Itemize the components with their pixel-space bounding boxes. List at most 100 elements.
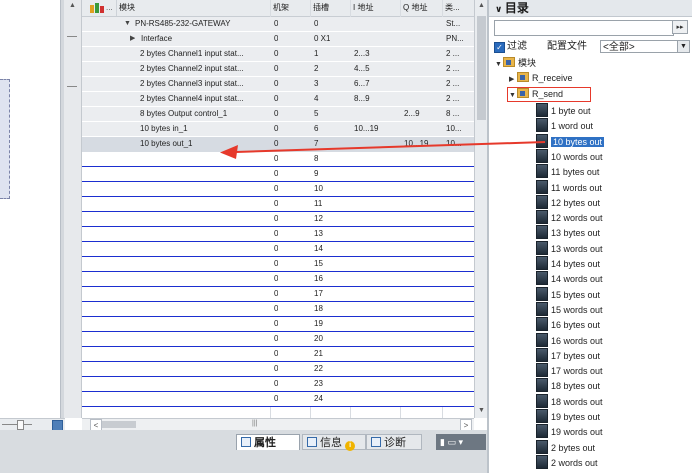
table-row-empty-slot[interactable]: 0 12 [82, 212, 474, 227]
table-row-empty-slot[interactable]: 0 11 [82, 197, 474, 212]
info-list-icon [307, 437, 317, 447]
table-row-empty-slot[interactable]: 0 17 [82, 287, 474, 302]
panel-controls[interactable]: ▮ ▭ ▾ [436, 434, 486, 450]
chevron-down-icon[interactable]: ∨ [495, 4, 505, 14]
profile-select[interactable]: <全部> ▼ [600, 40, 690, 53]
table-row-empty-slot[interactable]: 0 18 [82, 302, 474, 317]
q-address-cell [404, 122, 440, 136]
zoom-slider-handle[interactable] [17, 420, 24, 430]
i-address-cell: 6...7 [354, 79, 370, 88]
catalog-item[interactable]: 14 words out [536, 271, 603, 286]
module-icon [536, 179, 548, 194]
catalog-item[interactable]: 17 words out [536, 363, 603, 378]
column-header-q-address[interactable]: Q 地址 [400, 0, 442, 16]
folder-icon [503, 57, 515, 67]
table-row-empty-slot[interactable]: 0 21 [82, 347, 474, 362]
table-row[interactable]: 2 bytes Channel4 input stat... 0 4 8...9 2 .… [82, 92, 474, 107]
table-row-empty-slot[interactable]: 08 [82, 152, 474, 167]
scroll-up-icon[interactable]: ▲ [64, 0, 81, 12]
tab-diagnostics[interactable]: 诊断 [366, 434, 422, 450]
expand-arrow-icon[interactable]: ▶ [130, 32, 135, 46]
module-name-cell: 2 bytes Channel4 input stat... [140, 94, 244, 103]
table-row-empty-slot[interactable]: 0 16 [82, 272, 474, 287]
q-address-cell: 10...19 [404, 139, 429, 148]
table-row-empty-slot[interactable]: 0 14 [82, 242, 474, 257]
q-address-cell: 2...9 [404, 109, 420, 118]
catalog-header[interactable]: ∨ 目录 [489, 0, 692, 17]
table-row-empty-slot[interactable]: 0 24 [82, 392, 474, 407]
canvas-vertical-scrollbar[interactable]: ▲ [64, 0, 82, 418]
table-row-empty-slot[interactable]: 0 10 [82, 182, 474, 197]
catalog-item[interactable]: 17 bytes out [536, 347, 600, 363]
tab-properties[interactable]: 属性 [236, 434, 300, 450]
table-row[interactable]: 10 bytes in_1 0 6 10...19 10... [82, 122, 474, 137]
table-row[interactable]: 2 bytes Channel3 input stat... 0 3 6...7 2 .… [82, 77, 474, 92]
expand-arrow-icon[interactable]: ▶ [509, 73, 517, 87]
folder-icon [517, 72, 529, 82]
catalog-item[interactable]: 19 words out [536, 424, 603, 439]
rack-cell: 0 [274, 334, 279, 343]
column-header-slot[interactable]: 插槽 [310, 0, 350, 16]
table-row-interface[interactable]: ▶ Interface 0 0 X1 PN... [82, 32, 474, 47]
catalog-item[interactable]: 10 bytes out [536, 133, 606, 149]
catalog-item[interactable]: 15 words out [536, 301, 603, 317]
module-name-cell: 2 bytes Channel3 input stat... [140, 79, 244, 88]
tab-label: 诊断 [384, 437, 406, 449]
table-row[interactable]: 2 bytes Channel1 input stat... 0 1 2...3 2 .… [82, 47, 474, 62]
catalog-item-label: 12 bytes out [551, 197, 601, 208]
catalog-item[interactable]: 12 words out [536, 210, 603, 225]
table-row-empty-slot[interactable]: 0 19 [82, 317, 474, 332]
catalog-item[interactable]: 13 bytes out [536, 225, 600, 240]
filter-checkbox[interactable]: ✓ [494, 42, 505, 53]
scroll-thumb[interactable] [477, 16, 486, 120]
catalog-item[interactable]: 15 bytes out [536, 286, 600, 302]
table-row-empty-slot[interactable]: 0 15 [82, 257, 474, 272]
highlight-box-r-send [507, 87, 591, 102]
catalog-search-input[interactable] [494, 20, 674, 36]
table-row-empty-slot[interactable]: 09 [82, 167, 474, 182]
catalog-item[interactable]: 18 bytes out [536, 378, 600, 393]
catalog-item[interactable]: 11 bytes out [536, 164, 599, 179]
catalog-item[interactable]: 10 words out [536, 148, 603, 164]
column-header-rack[interactable]: 机架 [270, 0, 310, 16]
catalog-item[interactable]: 19 bytes out [536, 409, 600, 424]
type-cell: 8 ... [446, 109, 460, 118]
table-row-device[interactable]: ▼ PN-RS485-232-GATEWAY 0 0 St... [82, 17, 474, 32]
info-icon: i [345, 441, 356, 451]
column-header-type[interactable]: 类... [442, 0, 474, 16]
table-row-empty-slot[interactable]: 0 22 [82, 362, 474, 377]
tree-node-modules[interactable]: ▼ 模块 [495, 56, 536, 70]
table-row-empty-slot[interactable]: 0 13 [82, 227, 474, 242]
catalog-item[interactable]: 2 bytes out [536, 439, 595, 455]
table-row[interactable]: 10 bytes out_1 0 7 10...19 10... [82, 137, 474, 152]
table-row[interactable]: 2 bytes Channel2 input stat... 0 2 4...5 2 .… [82, 62, 474, 77]
catalog-item[interactable]: 11 words out [536, 179, 602, 195]
tree-node-r-receive[interactable]: ▶ R_receive [509, 71, 573, 85]
module-icon [536, 286, 548, 301]
catalog-item[interactable]: 1 byte out [536, 103, 591, 118]
catalog-item[interactable]: 12 bytes out [536, 194, 601, 210]
table-row[interactable]: 8 bytes Output control_1 0 5 2...9 8 ... [82, 107, 474, 122]
table-row-empty-slot[interactable]: 0 23 [82, 377, 474, 392]
catalog-item-label: 13 bytes out [551, 228, 601, 239]
catalog-item[interactable]: 1 word out [536, 118, 593, 133]
device-overview-table: ... 模块 机架 插槽 I 地址 Q 地址 类... ▼ PN-RS485-2… [82, 0, 474, 418]
collapse-arrow-icon[interactable]: ▼ [495, 58, 503, 72]
catalog-item[interactable]: 2 words out [536, 454, 598, 470]
scroll-thumb[interactable] [102, 421, 136, 428]
catalog-item[interactable]: 16 bytes out [536, 317, 600, 332]
inspector-tabs: 属性 信息 i 诊断 ▮ ▭ ▾ [0, 432, 487, 451]
catalog-item-label: 18 words out [551, 396, 603, 407]
device-view-canvas[interactable] [0, 0, 60, 418]
table-row-empty-slot[interactable]: 0 20 [82, 332, 474, 347]
collapse-arrow-icon[interactable]: ▼ [124, 17, 131, 31]
catalog-item[interactable]: 16 words out [536, 332, 603, 348]
column-header-module[interactable]: 模块 [116, 0, 270, 16]
catalog-item[interactable]: 13 words out [536, 240, 603, 256]
tab-info[interactable]: 信息 i [302, 434, 366, 451]
catalog-item[interactable]: 18 words out [536, 393, 603, 409]
table-vertical-scrollbar[interactable]: ▲ ▼ [474, 0, 488, 418]
column-header-i-address[interactable]: I 地址 [350, 0, 400, 16]
catalog-item[interactable]: 14 bytes out [536, 256, 600, 271]
search-icon[interactable]: ▸▸ [672, 20, 688, 34]
